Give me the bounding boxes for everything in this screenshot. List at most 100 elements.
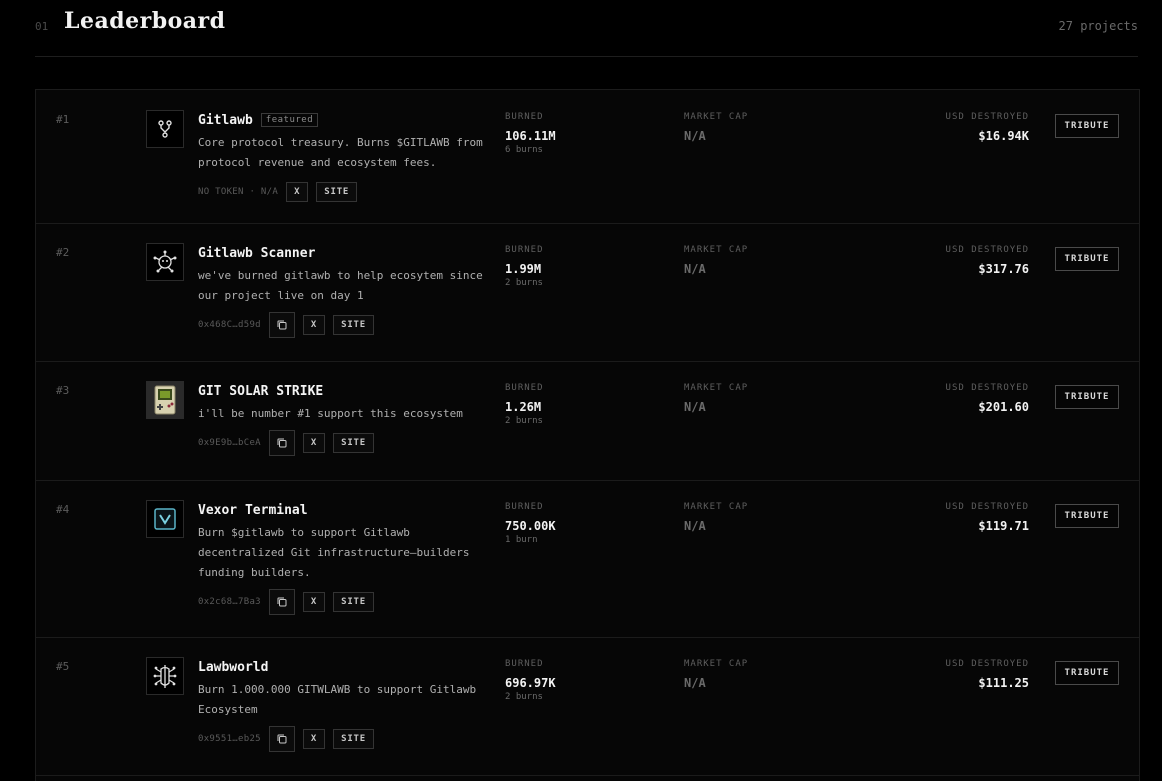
x-link-button[interactable]: X [302,315,326,335]
project-name[interactable]: GIT SOLAR STRIKE [198,384,323,399]
copy-address-button[interactable] [268,589,295,615]
usd-destroyed-value: $111.25 [978,676,1029,690]
market-cap-metric: MARKET CAP N/A [684,502,748,533]
project-info: Gitlawb featured Core protocol treasury.… [198,111,498,203]
burn-count: 2 burns [505,692,543,702]
usd-destroyed-label: USD DESTROYED [945,502,1029,512]
gameboy-icon [154,385,176,415]
site-link-button[interactable]: SITE [333,729,374,749]
rank-label: #1 [56,113,70,126]
project-description: i'll be number #1 support this ecosystem [198,407,463,420]
market-cap-label: MARKET CAP [684,659,749,669]
usd-destroyed-label: USD DESTROYED [945,383,1029,393]
usd-destroyed-label: USD DESTROYED [945,659,1029,669]
burned-label: BURNED [505,245,544,255]
market-cap-metric: MARKET CAP N/A [684,383,748,414]
featured-badge: featured [260,113,319,127]
market-cap-value: N/A [684,400,706,414]
burn-count: 2 burns [505,416,543,426]
burned-value: 696.97K [505,676,556,690]
project-name[interactable]: Lawbworld [198,660,268,675]
market-cap-metric: MARKET CAP N/A [684,112,748,143]
copy-address-button[interactable] [268,430,295,456]
x-link-button[interactable]: X [302,433,326,453]
token-address: 0x9E9b…bCeA [198,438,261,448]
project-name[interactable]: Gitlawb [198,113,253,128]
tribute-button[interactable]: TRIBUTE [1055,114,1119,138]
token-address: 0x468C…d59d [198,320,261,330]
section-number: 01 [35,20,49,33]
x-link-button[interactable]: X [302,592,326,612]
tribute-button[interactable]: TRIBUTE [1055,247,1119,271]
x-link-button[interactable]: X [286,182,309,202]
burn-count: 1 burn [505,535,538,545]
market-cap-value: N/A [684,262,706,276]
burned-label: BURNED [505,383,544,393]
token-address: 0x9551…eb25 [198,734,261,744]
project-description: Core protocol treasury. Burns $GITLAWB f… [198,136,483,169]
project-count: 27 projects [1058,19,1138,33]
project-actions: 0x468C…d59d X SITE [198,312,498,338]
project-logo [146,381,184,419]
network-node-icon [153,250,177,273]
usd-destroyed-label: USD DESTROYED [945,112,1029,122]
project-name[interactable]: Gitlawb Scanner [198,246,315,261]
project-description: Burn 1.000.000 GITWLAWB to support Gitla… [198,683,477,716]
rank-label: #2 [56,246,70,259]
tribute-button[interactable]: TRIBUTE [1055,661,1119,685]
table-row: #1 Gitlawb featured Core protocol treasu… [36,90,1139,224]
usd-destroyed-metric: USD DESTROYED $201.60 [946,383,1029,414]
table-row: #5 Lawbworld Burn 1.000.000 GITWLAWB to … [36,637,1139,776]
copy-address-button[interactable] [268,726,295,752]
table-row: #2 Gitlawb Scanner we've burned gitlawb … [36,223,1139,362]
burned-value: 106.11M [505,129,556,143]
site-link-button[interactable]: SITE [316,182,358,202]
burn-count: 2 burns [505,278,543,288]
usd-destroyed-value: $317.76 [978,262,1029,276]
burned-metric: BURNED 1.99M 2 burns [505,245,544,288]
burned-label: BURNED [505,502,544,512]
copy-address-button[interactable] [268,312,295,338]
usd-destroyed-metric: USD DESTROYED $119.71 [946,502,1029,533]
x-link-button[interactable]: X [302,729,326,749]
project-actions: 0x9551…eb25 X SITE [198,726,498,752]
usd-destroyed-label: USD DESTROYED [945,245,1029,255]
burned-label: BURNED [505,112,544,122]
token-address: NO TOKEN · N/A [198,187,279,197]
tribute-button[interactable]: TRIBUTE [1055,385,1119,409]
lobster-circuit-icon [153,665,177,688]
project-logo [146,657,184,695]
burned-metric: BURNED 106.11M 6 burns [505,112,556,155]
leaderboard-page: 01 Leaderboard 27 projects #1 Gitlawb fe… [0,0,1162,781]
project-info: Vexor Terminal Burn $gitlawb to support … [198,501,498,615]
project-info: GIT SOLAR STRIKE i'll be number #1 suppo… [198,382,498,456]
site-link-button[interactable]: SITE [333,433,374,453]
usd-destroyed-value: $16.94K [978,129,1029,143]
project-logo [146,110,184,148]
leaderboard-table: #1 Gitlawb featured Core protocol treasu… [35,89,1140,781]
burn-count: 6 burns [505,145,543,155]
rank-label: #4 [56,503,70,516]
market-cap-metric: MARKET CAP N/A [684,659,748,690]
tribute-button[interactable]: TRIBUTE [1055,504,1119,528]
project-logo [146,243,184,281]
burned-value: 750.00K [505,519,556,533]
market-cap-label: MARKET CAP [684,245,749,255]
market-cap-label: MARKET CAP [684,502,749,512]
v-terminal-icon [154,508,176,530]
site-link-button[interactable]: SITE [333,592,374,612]
table-row: #4 Vexor Terminal Burn $gitlawb to suppo… [36,480,1139,638]
usd-destroyed-metric: USD DESTROYED $111.25 [946,659,1029,690]
project-actions: 0x9E9b…bCeA X SITE [198,430,498,456]
token-address: 0x2c68…7Ba3 [198,597,261,607]
project-info: Gitlawb Scanner we've burned gitlawb to … [198,244,498,338]
project-description: we've burned gitlawb to help ecosytem si… [198,269,483,302]
project-actions: NO TOKEN · N/A X SITE [198,181,498,203]
project-actions: 0x2c68…7Ba3 X SITE [198,589,498,615]
project-name[interactable]: Vexor Terminal [198,503,308,518]
copy-icon [277,438,287,448]
site-link-button[interactable]: SITE [333,315,374,335]
project-logo [146,500,184,538]
usd-destroyed-value: $201.60 [978,400,1029,414]
market-cap-label: MARKET CAP [684,383,749,393]
